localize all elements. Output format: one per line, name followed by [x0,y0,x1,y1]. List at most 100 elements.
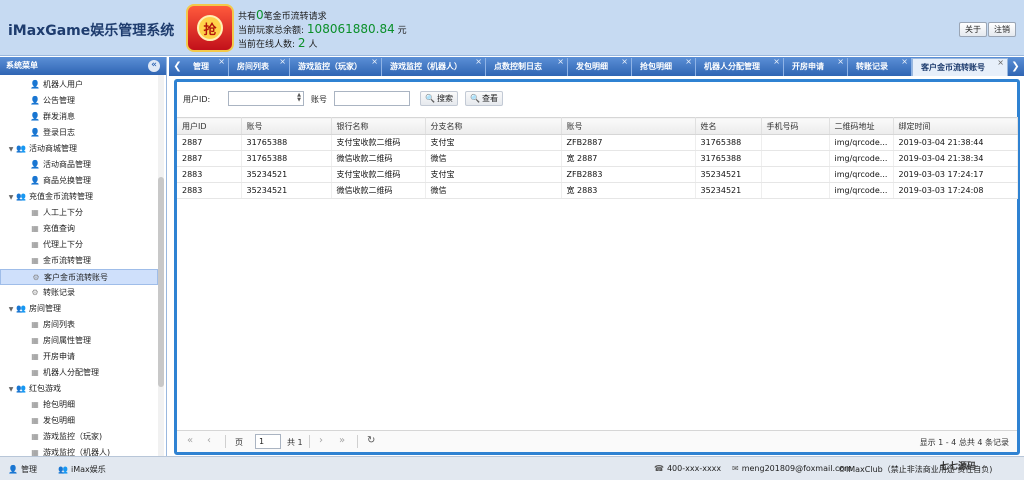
menu-item-login-log[interactable]: 👤 登录日志 [30,125,166,141]
search-button[interactable]: 🔍 搜索 [420,91,458,106]
tab-transfer-records[interactable]: 转账记录 × [848,58,912,76]
menu-item-send-details[interactable]: ▦ 发包明细 [30,413,166,429]
close-icon[interactable]: × [279,58,286,71]
menu-group-recharge[interactable]: ▼ 👥 充值金币流转管理 [6,189,162,205]
expand-icon[interactable]: ▼ [6,302,16,318]
col-phone[interactable]: 手机号码 [761,117,830,135]
tab-customer-transfer-account[interactable]: 客户金币流转账号 × [912,58,1008,76]
menu-item-robot-assignment[interactable]: ▦ 机器人分配管理 [30,365,166,381]
col-bank-name[interactable]: 银行名称 [331,117,426,135]
close-icon[interactable]: × [685,58,692,71]
tab-send-details[interactable]: 发包明细 × [568,58,632,76]
col-bind-time[interactable]: 绑定时间 [893,117,1018,135]
tab-grab-details[interactable]: 抢包明细 × [632,58,696,76]
sidebar-header: 系统菜单 « [0,57,166,75]
close-icon[interactable]: × [621,58,628,71]
tab-bar: ❮ 管理 × 房间列表 × 游戏监控（玩家） × 游戏监控（机器人） × 点数控制日志 ×… [169,57,1024,76]
user-icon: 👤 [30,160,40,169]
scrollbar-thumb[interactable] [158,177,164,387]
menu-item-broadcast[interactable]: 👤 群发消息 [30,109,166,125]
menu-item-coin-transfer[interactable]: ▦ 金币流转管理 [30,253,166,269]
menu-group-activity-mall[interactable]: ▼ 👥 活动商城管理 [6,141,162,157]
menu-item-room-attributes[interactable]: ▦ 房间属性管理 [30,333,166,349]
total-pages: 共 1 [287,438,303,447]
menu-item-agent-score[interactable]: ▦ 代理上下分 [30,237,166,253]
col-branch-name[interactable]: 分支名称 [425,117,562,135]
tab-room-list[interactable]: 房间列表 × [229,58,290,76]
col-bank-account[interactable]: 账号 [561,117,696,135]
sidebar-scrollbar[interactable] [158,75,164,456]
pending-count[interactable]: 0 [256,8,264,22]
sidebar: 系统菜单 « 👤 机器人用户 👤 公告管理 👤 群发消息 👤 登录日志 ▼ 👥 活动商城管理… [0,57,167,456]
refresh-icon[interactable]: ↻ [367,435,375,446]
col-account[interactable]: 账号 [241,117,332,135]
close-icon[interactable]: × [997,59,1004,72]
main-panel: 用户ID: ▲ ▼ 账号 🔍 搜索 🔍 查看 用户ID 账号 银行名称 分支名称 账号… [174,79,1020,455]
close-icon[interactable]: × [218,58,225,71]
col-name[interactable]: 姓名 [695,117,762,135]
tab-monitor-players[interactable]: 游戏监控（玩家） × [290,58,382,76]
user-icon: 👤 [30,96,40,105]
menu-item-transfer-records[interactable]: ⚙ 转账记录 [30,285,166,301]
tab-robot-assignment[interactable]: 机器人分配管理 × [696,58,784,76]
expand-icon[interactable]: ▼ [6,142,16,158]
tab-monitor-robots[interactable]: 游戏监控（机器人） × [382,58,486,76]
app-title: iMaxGame娱乐管理系统 [8,23,175,39]
menu-item-robot-users[interactable]: 👤 机器人用户 [30,77,166,93]
pending-transfer-line: 共有0笔金币流转请求 [238,8,327,22]
menu-item-room-list[interactable]: ▦ 房间列表 [30,317,166,333]
spinner-icon[interactable]: ▲ ▼ [297,93,301,103]
close-icon[interactable]: × [371,58,378,71]
col-qrcode[interactable]: 二维码地址 [829,117,894,135]
menu-item-manual-score[interactable]: ▦ 人工上下分 [30,205,166,221]
table-row[interactable]: 2887 31765388 微信收款二维码 微信宽 2887 31765388 img/q… [177,150,1018,167]
tab-scroll-left-icon[interactable]: ❮ [171,57,184,76]
user-id-label: 用户ID: [183,95,211,104]
table-row[interactable]: 2887 31765388 支付宝收款二维码 支付宝 ZFB2887 31765388 im… [177,134,1018,151]
expand-icon[interactable]: ▼ [6,190,16,206]
menu-item-monitor-robots[interactable]: ▦ 游戏监控（机器人) [30,445,166,456]
tab-scroll-right-icon[interactable]: ❯ [1009,57,1022,76]
tab-manage[interactable]: 管理 × [185,58,229,76]
view-button[interactable]: 🔍 查看 [465,91,503,106]
menu-item-goods-exchange[interactable]: 👤 商品兑换管理 [30,173,166,189]
menu-group-red-packet[interactable]: ▼ 👥 红包游戏 [6,381,162,397]
logout-button[interactable]: 注销 [988,22,1016,37]
account-input[interactable] [334,91,410,106]
menu-item-room-application[interactable]: ▦ 开房申请 [30,349,166,365]
last-page-icon[interactable]: » [339,435,345,446]
close-icon[interactable]: × [475,58,482,71]
menu-group-room[interactable]: ▼ 👥 房间管理 [6,301,162,317]
menu-item-recharge-query[interactable]: ▦ 充值查询 [30,221,166,237]
menu-item-announcements[interactable]: 👤 公告管理 [30,93,166,109]
gift-icon: ▦ [31,256,39,265]
about-button[interactable]: 关于 [959,22,987,37]
collapse-sidebar-icon[interactable]: « [148,60,160,72]
menu-item-customer-transfer-account[interactable]: ⚙ 客户金币流转账号 [0,269,158,285]
page-number-input[interactable]: 1 [255,434,281,449]
group-icon: 👥 [16,384,26,393]
close-icon[interactable]: × [837,58,844,71]
table-row[interactable]: 2883 35234521 支付宝收款二维码 支付宝 ZFB2883 35234521 im… [177,166,1018,183]
tab-room-application[interactable]: 开房申请 × [784,58,848,76]
user-id-input[interactable]: ▲ ▼ [228,91,304,106]
close-icon[interactable]: × [557,58,564,71]
watermark: 七七源码 [940,462,977,472]
page-label: 页 [235,438,243,447]
table-row[interactable]: 2883 35234521 微信收款二维码 微信宽 2883 35234521 img/q… [177,182,1018,199]
menu-item-monitor-players[interactable]: ▦ 游戏监控（玩家) [30,429,166,445]
next-page-icon[interactable]: › [319,435,323,446]
first-page-icon[interactable]: « [187,435,193,446]
sidebar-title: 系统菜单 [6,61,38,70]
close-icon[interactable]: × [773,58,780,71]
footer-user: 👤 管理 [8,465,37,474]
expand-icon[interactable]: ▼ [6,382,16,398]
col-user-id[interactable]: 用户ID [177,117,242,135]
close-icon[interactable]: × [901,58,908,71]
gift-icon: ▦ [31,336,39,345]
menu-item-grab-details[interactable]: ▦ 抢包明细 [30,397,166,413]
status-notice: 共有0笔金币流转请求 当前玩家总余额: 108061880.84 元 当前在线人… [238,9,407,51]
tab-point-control-log[interactable]: 点数控制日志 × [486,58,568,76]
menu-item-activity-goods[interactable]: 👤 活动商品管理 [30,157,166,173]
prev-page-icon[interactable]: ‹ [207,435,211,446]
